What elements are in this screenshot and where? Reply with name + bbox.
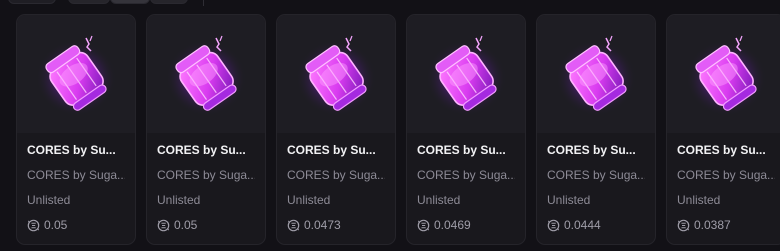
listing-status: Unlisted bbox=[547, 193, 591, 207]
nft-price: 0.05 bbox=[174, 218, 198, 232]
currency-coin-icon bbox=[27, 219, 40, 232]
currency-coin-icon bbox=[287, 219, 300, 232]
ore-chunk-icon bbox=[26, 24, 126, 124]
nft-thumbnail bbox=[667, 15, 780, 133]
ore-chunk-icon bbox=[676, 24, 776, 124]
currency-coin-icon bbox=[417, 219, 430, 232]
currency-coin-icon bbox=[547, 219, 560, 232]
nft-card[interactable]: CORES by Su... CORES by Suga... Unlisted… bbox=[276, 14, 396, 245]
price-row: 0.05 bbox=[157, 218, 255, 232]
nft-thumbnail bbox=[17, 15, 135, 133]
nft-collection-name: CORES by Suga... bbox=[677, 168, 775, 182]
nft-card[interactable]: CORES by Su... CORES by Suga... Unlisted… bbox=[146, 14, 266, 245]
nft-grid-page: CORES by Su... CORES by Suga... Unlisted… bbox=[0, 0, 780, 251]
price-row: 0.0469 bbox=[417, 218, 515, 232]
nft-collection-name: CORES by Suga... bbox=[287, 168, 385, 182]
nft-title: CORES by Su... bbox=[547, 143, 636, 157]
price-row: 0.05 bbox=[27, 218, 125, 232]
nft-price: 0.0444 bbox=[564, 218, 601, 232]
nft-price: 0.0387 bbox=[694, 218, 731, 232]
nft-card[interactable]: CORES by Su... CORES by Suga... Unlisted… bbox=[16, 14, 136, 245]
nft-card[interactable]: CORES by Su... CORES by Suga... Unlisted… bbox=[536, 14, 656, 245]
divider bbox=[203, 0, 204, 6]
nft-title: CORES by Su... bbox=[287, 143, 376, 157]
listing-status: Unlisted bbox=[287, 193, 331, 207]
nft-title: CORES by Su... bbox=[27, 143, 116, 157]
nft-thumbnail bbox=[277, 15, 395, 133]
nft-collection-name: CORES by Suga... bbox=[417, 168, 515, 182]
nft-card[interactable]: CORES by Su... CORES by Suga... Unlisted… bbox=[666, 14, 780, 245]
nft-thumbnail bbox=[537, 15, 655, 133]
nft-price: 0.0473 bbox=[304, 218, 341, 232]
toolbar-button[interactable] bbox=[8, 0, 56, 4]
ore-chunk-icon bbox=[156, 24, 256, 124]
listing-status: Unlisted bbox=[27, 193, 71, 207]
nft-collection-name: CORES by Suga... bbox=[27, 168, 125, 182]
nft-price: 0.0469 bbox=[434, 218, 471, 232]
price-row: 0.0444 bbox=[547, 218, 645, 232]
price-row: 0.0387 bbox=[677, 218, 775, 232]
currency-coin-icon bbox=[677, 219, 690, 232]
nft-thumbnail bbox=[147, 15, 265, 133]
ore-chunk-icon bbox=[416, 24, 516, 124]
listing-status: Unlisted bbox=[157, 193, 201, 207]
nft-title: CORES by Su... bbox=[157, 143, 246, 157]
listing-status: Unlisted bbox=[677, 193, 721, 207]
nft-price: 0.05 bbox=[44, 218, 68, 232]
ore-chunk-icon bbox=[546, 24, 646, 124]
nft-card-grid: CORES by Su... CORES by Suga... Unlisted… bbox=[16, 14, 780, 245]
nft-card[interactable]: CORES by Su... CORES by Suga... Unlisted… bbox=[406, 14, 526, 245]
nft-thumbnail bbox=[407, 15, 525, 133]
nft-title: CORES by Su... bbox=[417, 143, 506, 157]
view-toggle-button[interactable] bbox=[150, 0, 188, 4]
top-toolbar-fragment bbox=[0, 0, 780, 6]
listing-status: Unlisted bbox=[417, 193, 461, 207]
view-toggle-button[interactable] bbox=[68, 0, 110, 4]
view-toggle-button-active[interactable] bbox=[110, 0, 150, 4]
nft-collection-name: CORES by Suga... bbox=[547, 168, 645, 182]
nft-title: CORES by Su... bbox=[677, 143, 766, 157]
price-row: 0.0473 bbox=[287, 218, 385, 232]
ore-chunk-icon bbox=[286, 24, 386, 124]
currency-coin-icon bbox=[157, 219, 170, 232]
nft-collection-name: CORES by Suga... bbox=[157, 168, 255, 182]
